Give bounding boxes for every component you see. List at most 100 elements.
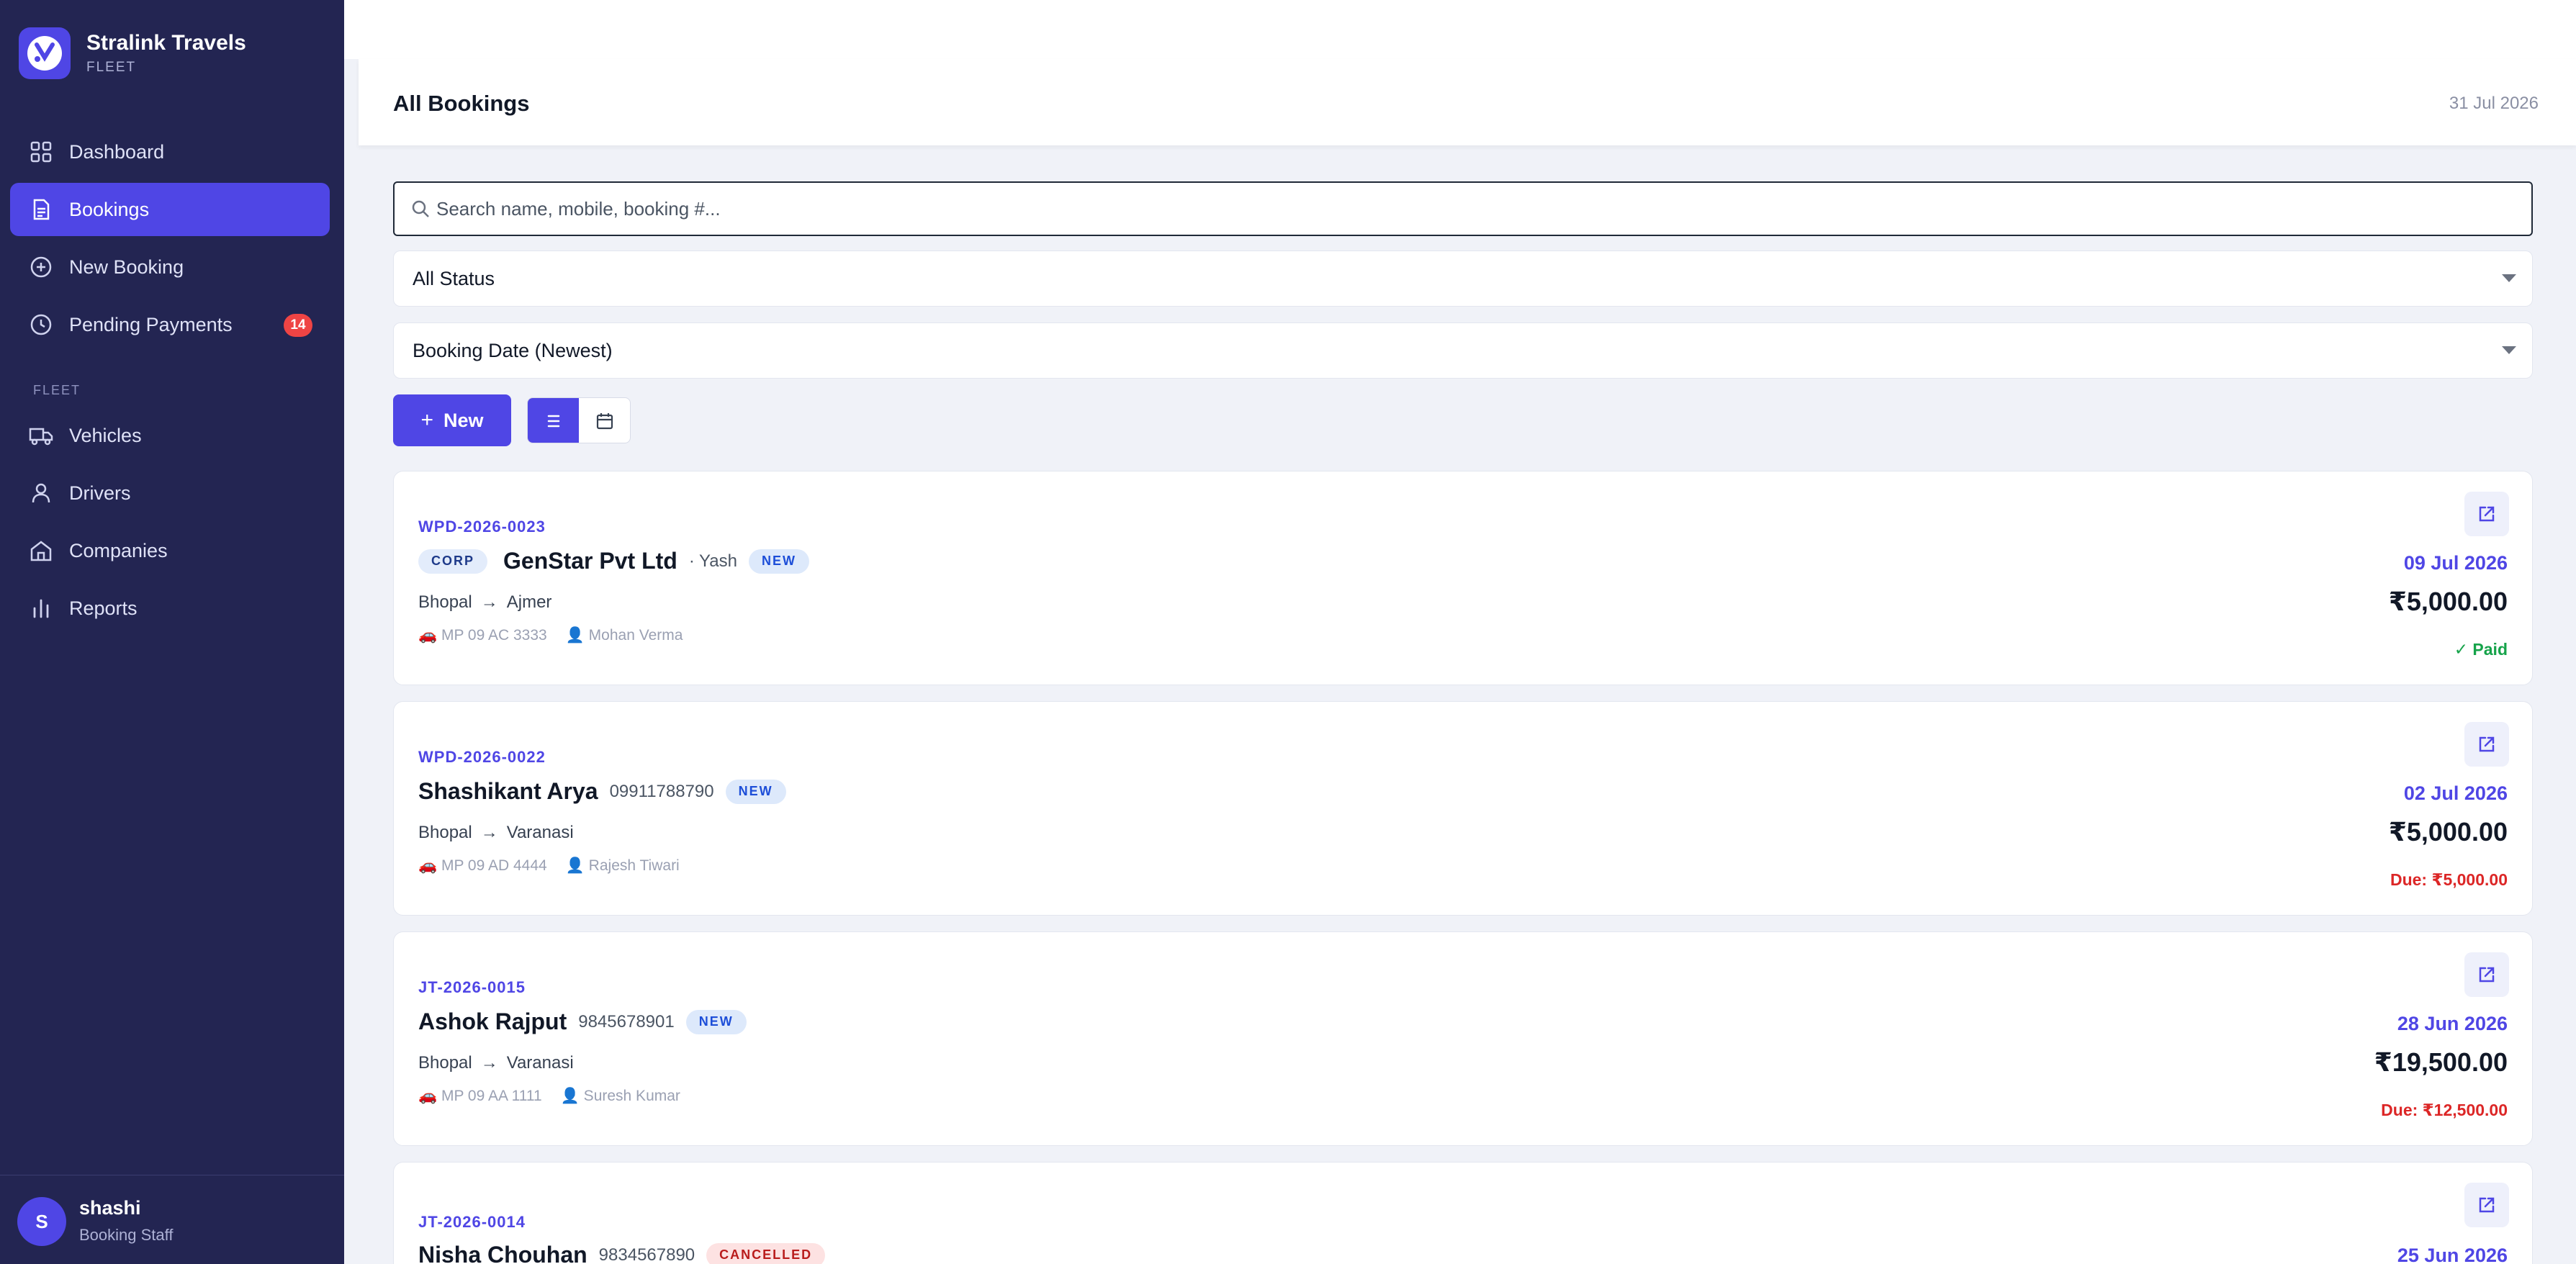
sidebar-item-new-booking[interactable]: New Booking xyxy=(10,240,330,294)
sidebar-item-drivers[interactable]: Drivers xyxy=(10,466,330,520)
route: Bhopal → Varanasi xyxy=(418,1053,574,1073)
arrow-right-icon: → xyxy=(480,1053,498,1073)
sidebar-item-label: Drivers xyxy=(69,482,131,504)
sidebar-item-companies[interactable]: Companies xyxy=(10,524,330,577)
list-icon xyxy=(547,415,559,428)
calendar-view-button[interactable] xyxy=(579,398,630,443)
booking-amount: ₹5,000.00 xyxy=(2388,817,2508,847)
sidebar-item-reports[interactable]: Reports xyxy=(10,582,330,635)
avatar: S xyxy=(17,1197,66,1246)
open-booking-button[interactable] xyxy=(2464,492,2509,536)
sidebar-item-label: Pending Payments xyxy=(69,313,233,335)
payment-due: Due: ₹5,000.00 xyxy=(2390,870,2508,889)
driver-name: 👤 Rajesh Tiwari xyxy=(565,857,680,874)
search-icon xyxy=(410,199,431,219)
user-role: Booking Staff xyxy=(79,1226,174,1244)
sidebar-item-vehicles[interactable]: Vehicles xyxy=(10,409,330,462)
booking-date: 02 Jul 2026 xyxy=(2403,782,2508,804)
sidebar: Stralink Travels FLEET Dashboard Booking… xyxy=(0,0,344,1264)
route-from: Bhopal xyxy=(418,592,472,612)
brand-subtitle: FLEET xyxy=(86,60,137,75)
route: Bhopal → Ajmer xyxy=(418,592,551,613)
booking-card[interactable]: WPD-2026-0023 CORP GenStar Pvt Ltd · Yas… xyxy=(393,471,2533,685)
customer-mobile: 9845678901 xyxy=(578,1011,675,1031)
page-title: All Bookings xyxy=(393,91,530,116)
vehicle-number: 🚗 MP 09 AC 3333 xyxy=(418,627,547,644)
pending-count-badge: 14 xyxy=(284,314,312,337)
arrow-right-icon: → xyxy=(480,592,498,612)
customer-name: Shashikant Arya xyxy=(418,778,598,804)
building-icon xyxy=(29,538,53,563)
top-bar xyxy=(344,0,2576,59)
external-link-icon xyxy=(2479,506,2495,522)
route-to: Ajmer xyxy=(506,592,552,612)
payment-due: Due: ₹12,500.00 xyxy=(2381,1101,2508,1119)
view-toggle xyxy=(527,397,631,443)
booking-id: WPD-2026-0022 xyxy=(418,748,546,766)
customer-name: Ashok Rajput xyxy=(418,1008,567,1034)
vehicle-number: 🚗 MP 09 AD 4444 xyxy=(418,857,547,874)
booking-amount: ₹19,500.00 xyxy=(2374,1047,2508,1077)
list-view-button[interactable] xyxy=(528,398,579,443)
booking-id: JT-2026-0015 xyxy=(418,978,526,996)
corp-tag: CORP xyxy=(418,549,488,574)
sidebar-item-label: Dashboard xyxy=(69,140,165,163)
status-badge: NEW xyxy=(748,549,809,574)
user-panel[interactable]: S shashi Booking Staff xyxy=(0,1175,344,1264)
open-booking-button[interactable] xyxy=(2464,1183,2509,1227)
booking-amount: ₹5,000.00 xyxy=(2388,587,2508,616)
customer-mobile: 9834567890 xyxy=(598,1245,695,1264)
plus-circle-icon xyxy=(29,255,53,279)
truck-icon xyxy=(29,423,53,448)
new-booking-button[interactable]: + New xyxy=(393,394,511,446)
status-badge: NEW xyxy=(685,1009,747,1034)
calendar-icon xyxy=(596,413,613,430)
driver-name: 👤 Suresh Kumar xyxy=(560,1088,680,1104)
sidebar-item-label: Companies xyxy=(69,539,168,561)
customer-name: GenStar Pvt Ltd xyxy=(503,548,677,574)
brand[interactable]: Stralink Travels FLEET xyxy=(19,27,246,79)
booking-card[interactable]: WPD-2026-0022 Shashikant Arya 0991178879… xyxy=(393,701,2533,916)
clock-icon xyxy=(29,312,53,337)
sidebar-item-dashboard[interactable]: Dashboard xyxy=(10,125,330,179)
page-header: All Bookings 31 Jul 2026 xyxy=(359,59,2576,145)
sort-value: Booking Date (Newest) xyxy=(413,339,613,361)
route-from: Bhopal xyxy=(418,823,472,842)
booking-card[interactable]: JT-2026-0014 Nisha Chouhan 9834567890 CA… xyxy=(393,1162,2533,1264)
document-icon xyxy=(29,197,53,222)
payment-status: ✓ Paid xyxy=(2454,640,2508,659)
status-filter-select[interactable]: All Status xyxy=(393,250,2533,307)
plus-icon: + xyxy=(420,408,433,432)
route-from: Bhopal xyxy=(418,1053,472,1073)
brand-logo-icon xyxy=(19,27,71,79)
open-booking-button[interactable] xyxy=(2464,722,2509,767)
sidebar-item-label: Bookings xyxy=(69,198,150,220)
vehicle-number: 🚗 MP 09 AA 1111 xyxy=(418,1088,542,1104)
customer-sub: · Yash xyxy=(688,551,737,571)
status-filter-value: All Status xyxy=(413,267,495,289)
route-to: Varanasi xyxy=(506,823,574,842)
sidebar-item-label: New Booking xyxy=(69,256,184,278)
page-date: 31 Jul 2026 xyxy=(2449,94,2539,113)
open-booking-button[interactable] xyxy=(2464,952,2509,997)
search-box[interactable] xyxy=(393,181,2533,236)
nav-section-label: FLEET xyxy=(33,383,81,397)
sidebar-item-label: Vehicles xyxy=(69,424,142,446)
status-badge: NEW xyxy=(725,779,786,804)
status-badge: CANCELLED xyxy=(706,1242,826,1264)
customer-mobile: 09911788790 xyxy=(609,781,714,801)
route-to: Varanasi xyxy=(506,1053,574,1073)
booking-id: JT-2026-0014 xyxy=(418,1213,526,1231)
user-icon xyxy=(29,481,53,505)
booking-id: WPD-2026-0023 xyxy=(418,518,546,536)
sort-select[interactable]: Booking Date (Newest) xyxy=(393,322,2533,379)
sidebar-item-bookings[interactable]: Bookings xyxy=(10,183,330,236)
search-input[interactable] xyxy=(436,197,2510,220)
booking-date: 28 Jun 2026 xyxy=(2397,1013,2508,1034)
booking-date: 09 Jul 2026 xyxy=(2403,552,2508,574)
sidebar-item-pending-payments[interactable]: Pending Payments 14 xyxy=(10,298,330,351)
booking-card[interactable]: JT-2026-0015 Ashok Rajput 9845678901 NEW… xyxy=(393,931,2533,1146)
arrow-right-icon: → xyxy=(480,823,498,842)
driver-name: 👤 Mohan Verma xyxy=(565,627,683,644)
chevron-down-icon xyxy=(2502,346,2516,354)
